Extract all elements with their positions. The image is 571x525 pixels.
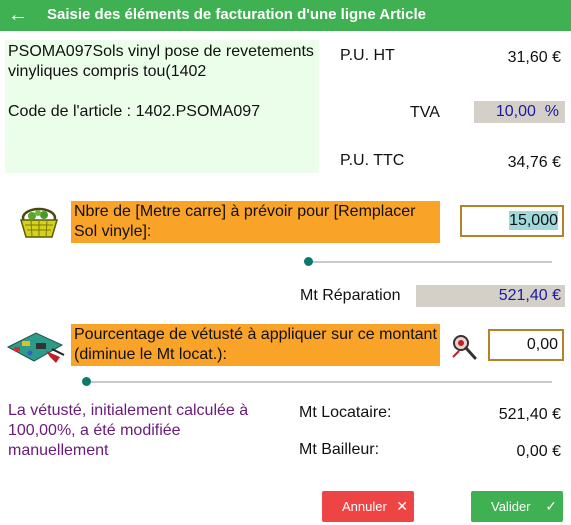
pu-ht-label: P.U. HT bbox=[340, 47, 395, 64]
tva-label: TVA bbox=[410, 104, 440, 121]
magnifier-icon[interactable] bbox=[451, 333, 477, 361]
page-title: Saisie des éléments de facturation d'une… bbox=[47, 6, 426, 23]
quantity-slider-thumb[interactable] bbox=[304, 257, 313, 266]
pu-ttc-value: 34,76 € bbox=[507, 154, 561, 171]
mt-locataire-value: 521,40 € bbox=[498, 406, 561, 423]
quantity-slider-track[interactable] bbox=[308, 261, 552, 263]
pu-ht-value: 31,60 € bbox=[507, 49, 561, 66]
mt-bailleur-value: 0,00 € bbox=[516, 443, 561, 460]
article-code: Code de l'article : 1402.PSOMA097 bbox=[8, 103, 261, 120]
mt-bailleur-label: Mt Bailleur: bbox=[299, 441, 380, 458]
circuit-board-icon bbox=[6, 332, 65, 363]
cancel-button[interactable]: Annuler ✕ bbox=[322, 491, 414, 522]
vetuste-slider-thumb[interactable] bbox=[82, 377, 91, 386]
vetuste-note: La vétusté, initialement calculée à 100,… bbox=[8, 402, 249, 459]
vetuste-slider-track[interactable] bbox=[86, 381, 552, 383]
validate-button[interactable]: Valider ✓ bbox=[471, 491, 563, 522]
mt-locataire-label: Mt Locataire: bbox=[299, 404, 392, 421]
quantity-label: Nbre de [Metre carre] à prévoir pour [Re… bbox=[71, 201, 440, 243]
mt-reparation-label: Mt Réparation bbox=[300, 287, 401, 304]
arrow-left-icon[interactable]: ← bbox=[8, 3, 28, 27]
tva-field[interactable]: 10,00 % bbox=[474, 101, 565, 123]
close-icon: ✕ bbox=[396, 498, 408, 514]
cancel-button-label: Annuler bbox=[342, 499, 387, 514]
vetuste-input[interactable]: 0,00 bbox=[488, 329, 564, 361]
check-icon: ✓ bbox=[545, 498, 557, 514]
validate-button-label: Valider bbox=[491, 499, 531, 514]
article-description: PSOMA097Sols vinyl pose de revetements v… bbox=[8, 43, 314, 80]
pu-ttc-label: P.U. TTC bbox=[340, 152, 405, 169]
quantity-value: 15,000 bbox=[509, 211, 558, 230]
basket-icon bbox=[19, 207, 59, 238]
vetuste-label: Pourcentage de vétusté à appliquer sur c… bbox=[71, 324, 440, 366]
quantity-input[interactable]: 15,000 bbox=[460, 205, 564, 237]
article-description-panel: PSOMA097Sols vinyl pose de revetements v… bbox=[5, 40, 319, 173]
app-header: ← Saisie des éléments de facturation d'u… bbox=[0, 0, 571, 31]
mt-reparation-field: 521,40 € bbox=[416, 285, 565, 307]
